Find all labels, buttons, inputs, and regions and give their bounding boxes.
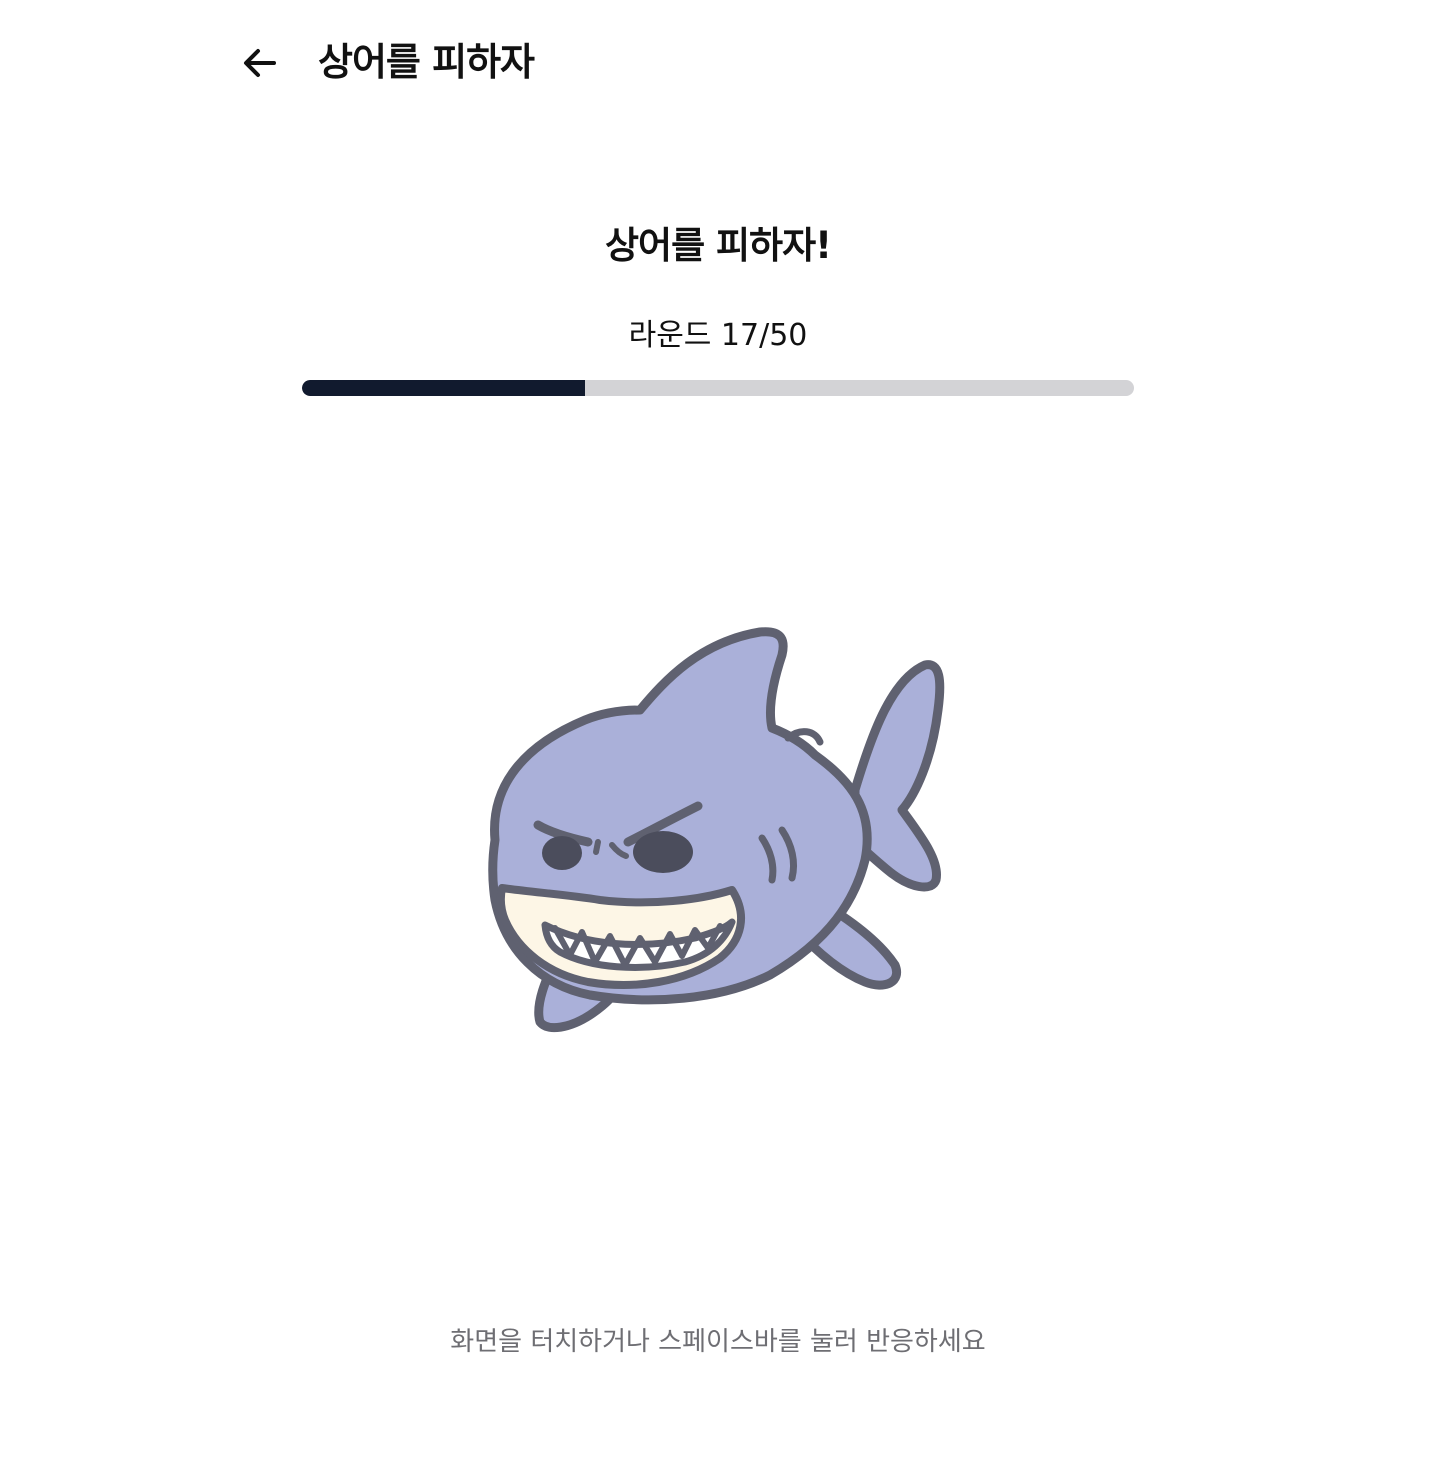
instruction-hint: 화면을 터치하거나 스페이스바를 눌러 반응하세요 — [450, 1327, 986, 1357]
page-title: 상어를 피하자 — [318, 40, 535, 84]
shark-character[interactable] — [470, 610, 960, 1050]
arrow-left-icon — [244, 49, 276, 77]
round-progress-bar — [302, 380, 1134, 396]
app-header: 상어를 피하자 — [0, 0, 1436, 124]
back-button[interactable] — [232, 38, 288, 88]
round-counter: 라운드 17/50 — [628, 318, 808, 353]
game-title: 상어를 피하자! — [605, 224, 832, 267]
angry-shark-icon — [488, 627, 945, 1033]
round-progress-fill — [302, 380, 585, 396]
